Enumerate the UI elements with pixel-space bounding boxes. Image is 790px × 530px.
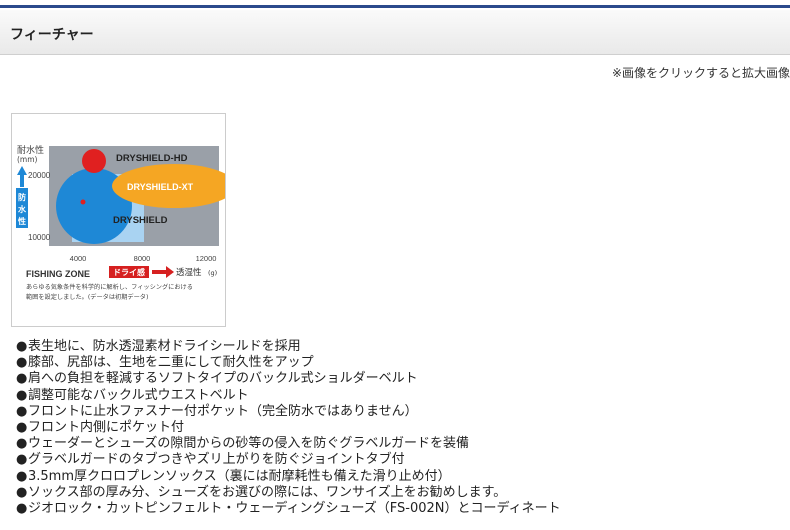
breathability-right-arrow-icon: [152, 266, 174, 278]
marker-dot: [80, 199, 86, 205]
feature-image-thumbnail[interactable]: DRYSHIELD-HD DRYSHIELD-XT DRYSHIELD 耐水性 …: [11, 113, 226, 327]
caption-line-1: あらゆる気象条件を科学的に解析し、フィッシングにおける: [26, 283, 193, 291]
fishing-zone-title: FISHING ZONE: [26, 269, 90, 279]
arrow-label-char-1: 防: [18, 192, 26, 202]
bullet-icon: ●: [16, 501, 28, 517]
feature-text: 膝部、尻部は、生地を二重にして耐久性をアップ: [28, 355, 314, 371]
label-dryshield-hd: DRYSHIELD-HD: [116, 153, 188, 164]
x-tick-8000: 8000: [134, 254, 151, 263]
feature-list: ●表生地に、防水透湿素材ドライシールドを採用 ●膝部、尻部は、生地を二重にして耐…: [16, 339, 561, 517]
feature-item: ●フロントに止水ファスナー付ポケット（完全防水ではありません）: [16, 404, 561, 420]
feature-item: ●フロント内側にポケット付: [16, 420, 561, 436]
feature-text: グラベルガードのタブつきやズリ上がりを防ぐジョイントタブ付: [28, 452, 405, 468]
bullet-icon: ●: [16, 452, 28, 468]
feature-item: ●ジオロック・カットピンフェルト・ウェーディングシューズ（FS-002N）とコー…: [16, 501, 561, 517]
section-header: フィーチャー: [0, 10, 790, 55]
bullet-icon: ●: [16, 468, 28, 484]
feature-text: ソックス部の厚み分、シューズをお選びの際には、ワンサイズ上をお勧めします。: [28, 484, 507, 500]
bullet-icon: ●: [16, 420, 28, 436]
caption-line-2: 範囲を設定しました。(データは初期データ): [26, 293, 148, 301]
bullet-icon: ●: [16, 484, 28, 500]
arrow-label-char-3: 性: [18, 216, 26, 226]
bullet-icon: ●: [16, 371, 28, 387]
dryshield-hd-bubble: [82, 149, 106, 173]
bullet-icon: ●: [16, 403, 28, 419]
arrow-label-char-2: 水: [17, 204, 27, 214]
feature-item: ●膝部、尻部は、生地を二重にして耐久性をアップ: [16, 355, 561, 371]
label-dryshield: DRYSHIELD: [113, 215, 168, 226]
feature-item: ●表生地に、防水透湿素材ドライシールドを採用: [16, 339, 561, 355]
feature-item: ●肩への負担を軽減するソフトタイプのバックル式ショルダーベルト: [16, 371, 561, 387]
label-dryshield-xt: DRYSHIELD-XT: [127, 182, 194, 192]
y-tick-20000: 20000: [28, 171, 51, 180]
feature-item: ●グラベルガードのタブつきやズリ上がりを防ぐジョイントタブ付: [16, 452, 561, 468]
feature-item: ●3.5mm厚クロロプレンソックス（裏には耐摩耗性も備えた滑り止め付）: [16, 469, 561, 485]
bullet-icon: ●: [16, 339, 28, 354]
y-tick-10000: 10000: [28, 233, 51, 242]
feature-text: ウェーダーとシューズの隙間からの砂等の侵入を防ぐグラベルガードを装備: [28, 436, 469, 452]
x-tick-4000: 4000: [70, 254, 87, 263]
x-axis-title: 透湿性: [176, 267, 202, 278]
dryshield-chart-figure: DRYSHIELD-HD DRYSHIELD-XT DRYSHIELD 耐水性 …: [16, 144, 225, 301]
x-axis-unit: (g): [208, 269, 217, 277]
feature-item: ●ウェーダーとシューズの隙間からの砂等の侵入を防ぐグラベルガードを装備: [16, 436, 561, 452]
top-accent-rule: [0, 5, 790, 8]
feature-text: フロントに止水ファスナー付ポケット（完全防水ではありません）: [28, 403, 418, 419]
feature-text: 3.5mm厚クロロプレンソックス（裏には耐摩耗性も備えた滑り止め付）: [28, 468, 451, 484]
bullet-icon: ●: [16, 436, 28, 452]
x-tick-12000: 12000: [196, 254, 217, 263]
feature-text: フロント内側にポケット付: [28, 420, 185, 436]
feature-item: ●ソックス部の厚み分、シューズをお選びの際には、ワンサイズ上をお勧めします。: [16, 485, 561, 501]
bullet-icon: ●: [16, 387, 28, 403]
feature-text: ジオロック・カットピンフェルト・ウェーディングシューズ（FS-002N）とコーデ…: [28, 501, 561, 517]
bullet-icon: ●: [16, 355, 28, 371]
dry-badge-label: ドライ感: [113, 267, 145, 277]
feature-item: ●調整可能なバックル式ウエストベルト: [16, 388, 561, 404]
click-to-enlarge-note: ※画像をクリックすると拡大画像: [611, 66, 790, 80]
feature-text: 調整可能なバックル式ウエストベルト: [28, 387, 249, 403]
feature-text: 肩への負担を軽減するソフトタイプのバックル式ショルダーベルト: [28, 371, 418, 387]
feature-text: 表生地に、防水透湿素材ドライシールドを採用: [28, 339, 301, 354]
y-axis-unit: (mm): [17, 155, 38, 164]
section-title: フィーチャー: [10, 27, 94, 43]
